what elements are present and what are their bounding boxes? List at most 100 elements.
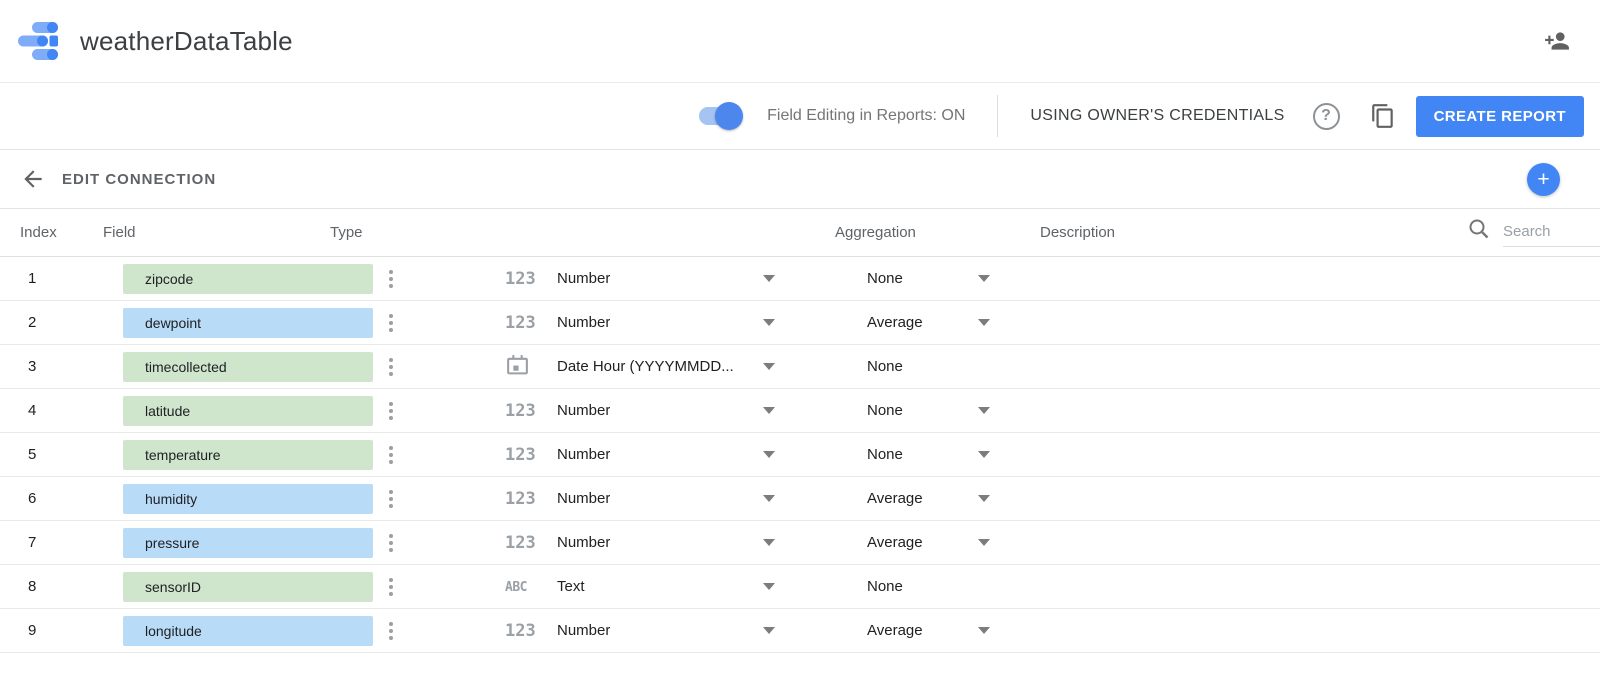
aggregation-dropdown-arrow[interactable] [978,627,990,634]
type-dropdown-arrow[interactable] [763,539,775,546]
column-header-index: Index [20,224,57,241]
type-select[interactable]: Text [557,578,775,595]
copy-icon[interactable] [1370,103,1396,129]
arrow-back-icon[interactable] [20,166,46,192]
edit-connection-button[interactable]: EDIT CONNECTION [62,171,216,188]
aggregation-select[interactable]: Average [867,490,990,507]
type-label: Number [557,402,610,419]
type-dropdown-arrow[interactable] [763,495,775,502]
number-type-icon: 123 [505,313,536,333]
type-select[interactable]: Number [557,446,775,463]
type-select[interactable]: Number [557,270,775,287]
row-index: 1 [0,270,123,287]
aggregation-select[interactable]: None [867,358,990,375]
add-field-button[interactable]: + [1527,163,1560,196]
aggregation-select[interactable]: Average [867,534,990,551]
field-chip[interactable]: dewpoint [123,308,373,338]
field-chip[interactable]: latitude [123,396,373,426]
search-input[interactable]: Search [1503,219,1600,247]
field-chip[interactable]: sensorID [123,572,373,602]
table-header: Index Field Type Aggregation Description… [0,209,1600,257]
report-toolbar: Field Editing in Reports: ON USING OWNER… [0,83,1600,150]
table-row: 7 pressure 123 ABC Number Average [0,521,1600,565]
type-dropdown-arrow[interactable] [763,583,775,590]
kebab-menu-icon[interactable] [381,443,401,467]
create-report-button[interactable]: CREATE REPORT [1416,96,1584,137]
type-dropdown-arrow[interactable] [763,627,775,634]
aggregation-dropdown-arrow[interactable] [978,539,990,546]
kebab-cell [373,267,505,291]
table-row: 1 zipcode 123 ABC Number None [0,257,1600,301]
date-type-icon [505,352,530,377]
field-chip[interactable]: humidity [123,484,373,514]
kebab-cell [373,443,505,467]
aggregation-select[interactable]: None [867,270,990,287]
number-type-icon: 123 [505,401,536,421]
type-dropdown-arrow[interactable] [763,407,775,414]
kebab-menu-icon[interactable] [381,399,401,423]
type-icon-cell: 123 ABC [505,621,557,641]
aggregation-select[interactable]: None [867,402,990,419]
field-chip[interactable]: temperature [123,440,373,470]
kebab-menu-icon[interactable] [381,575,401,599]
column-header-field: Field [103,224,136,241]
type-label: Number [557,534,610,551]
description-cell[interactable] [990,301,1600,344]
description-cell[interactable] [990,389,1600,432]
aggregation-select[interactable]: Average [867,622,990,639]
data-studio-logo-icon[interactable] [18,22,58,60]
aggregation-value: Average [867,534,923,551]
row-index: 5 [0,446,123,463]
description-cell[interactable] [990,257,1600,300]
number-type-icon: 123 [505,269,536,289]
kebab-menu-icon[interactable] [381,531,401,555]
description-cell[interactable] [990,609,1600,652]
aggregation-select[interactable]: None [867,446,990,463]
type-dropdown-arrow[interactable] [763,319,775,326]
kebab-menu-icon[interactable] [381,267,401,291]
type-select[interactable]: Number [557,534,775,551]
kebab-cell [373,487,505,511]
help-icon[interactable]: ? [1313,103,1340,130]
aggregation-dropdown-arrow[interactable] [978,495,990,502]
description-cell[interactable] [990,477,1600,520]
aggregation-dropdown-arrow[interactable] [978,319,990,326]
field-chip[interactable]: longitude [123,616,373,646]
field-chip[interactable]: zipcode [123,264,373,294]
number-type-icon: 123 [505,445,536,465]
aggregation-select[interactable]: None [867,578,990,595]
type-select[interactable]: Number [557,622,775,639]
description-cell[interactable] [990,433,1600,476]
kebab-menu-icon[interactable] [381,355,401,379]
description-cell[interactable] [990,521,1600,564]
type-select[interactable]: Date Hour (YYYYMMDD... [557,358,775,375]
toolbar-divider [997,95,998,137]
aggregation-select[interactable]: Average [867,314,990,331]
kebab-menu-icon[interactable] [381,619,401,643]
type-dropdown-arrow[interactable] [763,363,775,370]
type-select[interactable]: Number [557,402,775,419]
page-title[interactable]: weatherDataTable [80,26,293,57]
kebab-cell [373,399,505,423]
aggregation-value: None [867,578,903,595]
field-chip[interactable]: timecollected [123,352,373,382]
type-select[interactable]: Number [557,314,775,331]
type-select[interactable]: Number [557,490,775,507]
kebab-menu-icon[interactable] [381,311,401,335]
search-icon[interactable] [1467,217,1491,241]
aggregation-dropdown-arrow[interactable] [978,275,990,282]
type-dropdown-arrow[interactable] [763,451,775,458]
field-chip[interactable]: pressure [123,528,373,558]
type-dropdown-arrow[interactable] [763,275,775,282]
aggregation-dropdown-arrow[interactable] [978,451,990,458]
search-box: Search [1467,217,1600,247]
kebab-menu-icon[interactable] [381,487,401,511]
description-cell[interactable] [990,345,1600,388]
app-bar: weatherDataTable [0,0,1600,83]
field-editing-toggle[interactable] [699,105,741,127]
type-icon-cell: 123 ABC [505,401,557,421]
aggregation-dropdown-arrow[interactable] [978,407,990,414]
type-icon-cell: 123 ABC [505,352,557,382]
person-add-icon[interactable] [1544,28,1570,54]
description-cell[interactable] [990,565,1600,608]
